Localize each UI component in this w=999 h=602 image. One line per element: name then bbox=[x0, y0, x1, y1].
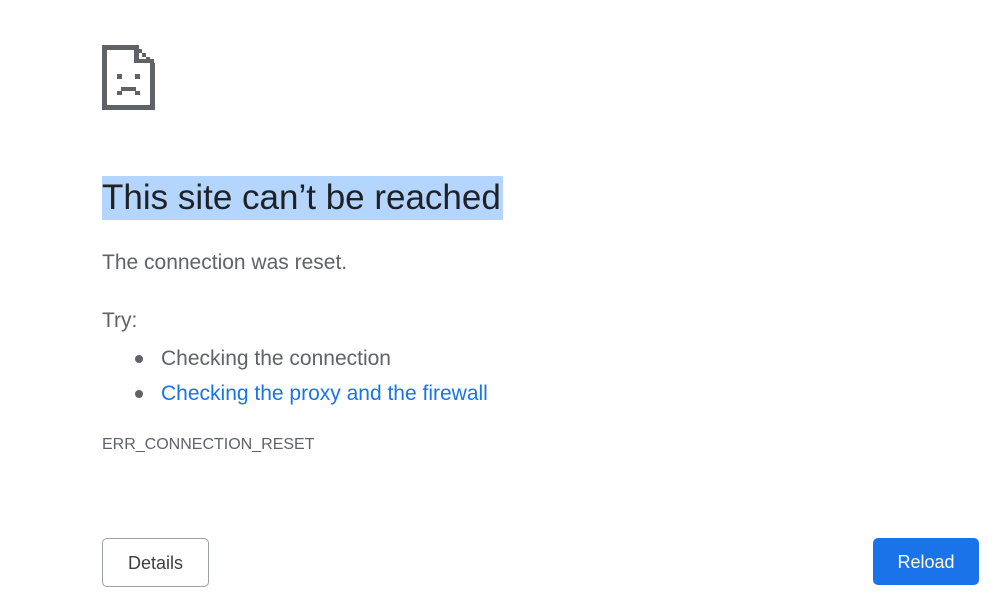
page-title: This site can’t be reached bbox=[102, 176, 503, 220]
reload-button[interactable]: Reload bbox=[873, 538, 979, 585]
try-label: Try: bbox=[102, 309, 138, 332]
bullet-icon bbox=[135, 355, 143, 363]
bullet-icon bbox=[135, 390, 143, 398]
suggestions-list: Checking the connection Checking the pro… bbox=[102, 341, 488, 411]
details-button[interactable]: Details bbox=[102, 538, 209, 587]
error-message: The connection was reset. bbox=[102, 251, 348, 274]
sad-page-icon bbox=[102, 45, 155, 110]
error-code: ERR_CONNECTION_RESET bbox=[102, 436, 315, 453]
suggestion-item: Checking the proxy and the firewall bbox=[102, 376, 488, 411]
suggestion-check-connection: Checking the connection bbox=[161, 347, 391, 370]
proxy-firewall-link[interactable]: Checking the proxy and the firewall bbox=[161, 382, 488, 405]
suggestion-item: Checking the connection bbox=[102, 341, 488, 376]
